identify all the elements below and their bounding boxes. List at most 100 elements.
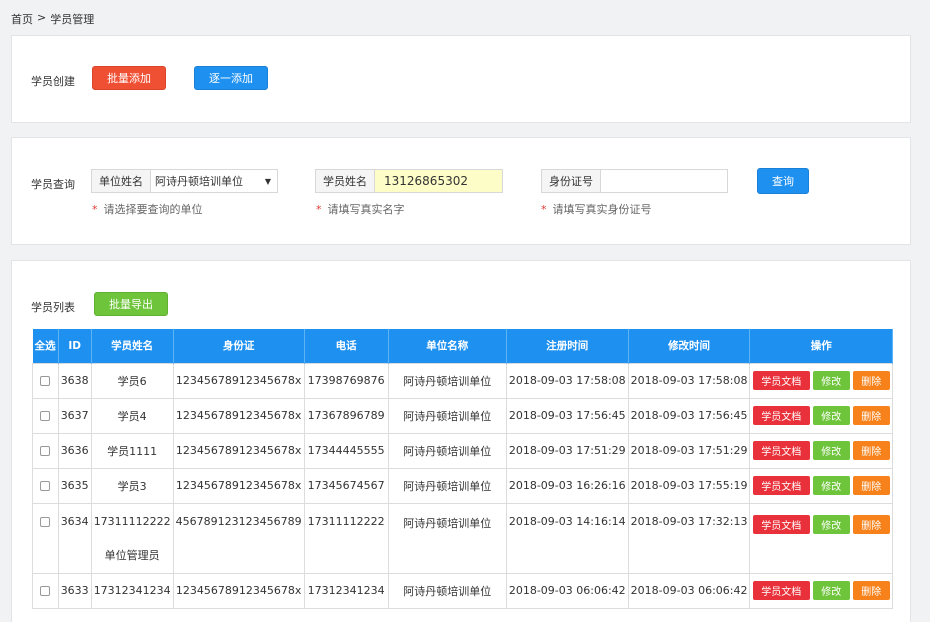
delete-button[interactable]: 删除	[852, 514, 890, 534]
cell-name-role: 单位管理员	[104, 548, 160, 562]
idcard-hint-text: 请填写真实身份证号	[552, 203, 652, 216]
delete-button[interactable]: 删除	[852, 441, 890, 460]
student-doc-button[interactable]: 学员文档	[752, 581, 810, 600]
cell-mod-time: 2018-09-03 17:56:45	[627, 397, 751, 434]
breadcrumb-home[interactable]: 首页	[11, 11, 33, 27]
table-header-row: 全选 ID 学员姓名 身份证 电话 单位名称 注册时间 修改时间 操作	[32, 329, 893, 363]
cell-name: 17312341234	[90, 572, 174, 609]
header-phone: 电话	[304, 329, 389, 363]
cell-mod-time: 2018-09-03 17:32:13	[627, 502, 751, 574]
unit-hint-text: 请选择要查询的单位	[103, 203, 203, 216]
table-row: 3633 17312341234 12345678912345678x 1731…	[32, 572, 893, 609]
row-checkbox[interactable]	[40, 481, 51, 491]
unit-select-value[interactable]: 阿诗丹顿培训单位	[151, 170, 265, 192]
delete-button[interactable]: 删除	[852, 581, 890, 600]
edit-button[interactable]: 修改	[812, 441, 850, 460]
header-unit: 单位名称	[388, 329, 507, 363]
cell-unit: 阿诗丹顿培训单位	[387, 502, 507, 574]
name-field[interactable]: 学员姓名 13126865302	[315, 169, 503, 193]
cell-unit: 阿诗丹顿培训单位	[387, 572, 507, 609]
table-row: 3638 学员6 12345678912345678x 17398769876 …	[32, 362, 893, 399]
cell-idcard: 12345678912345678x	[172, 467, 305, 504]
header-idcard: 身份证	[173, 329, 305, 363]
edit-button[interactable]: 修改	[812, 514, 850, 534]
cell-phone: 17367896789	[303, 397, 389, 434]
cell-unit: 阿诗丹顿培训单位	[387, 432, 507, 469]
cell-idcard: 456789123123456789	[172, 502, 305, 574]
create-label: 学员创建	[31, 75, 75, 88]
breadcrumb-current: 学员管理	[50, 13, 95, 26]
edit-button[interactable]: 修改	[812, 371, 850, 390]
idcard-hint: * 请填写真实身份证号	[541, 201, 652, 217]
name-input[interactable]: 13126865302	[375, 170, 502, 192]
cell-id: 3637	[57, 397, 92, 434]
delete-button[interactable]: 删除	[852, 406, 890, 425]
table-row: 3634 17311112222 单位管理员 45678912312345678…	[32, 502, 893, 574]
table-row: 3637 学员4 12345678912345678x 17367896789 …	[32, 397, 893, 434]
cell-reg-time: 2018-09-03 17:56:45	[505, 397, 629, 434]
student-doc-button[interactable]: 学员文档	[752, 476, 810, 495]
edit-button[interactable]: 修改	[812, 406, 850, 425]
cell-reg-time: 2018-09-03 17:58:08	[505, 362, 629, 399]
cell-phone: 17345674567	[303, 467, 389, 504]
cell-mod-time: 2018-09-03 17:55:19	[627, 467, 751, 504]
cell-reg-time: 2018-09-03 17:51:29	[505, 432, 629, 469]
cell-idcard: 12345678912345678x	[172, 432, 305, 469]
table-row: 3636 学员1111 12345678912345678x 173444455…	[32, 432, 893, 469]
student-doc-button[interactable]: 学员文档	[752, 441, 810, 460]
query-panel: 学员查询 单位姓名 阿诗丹顿培训单位 ▼ * 请选择要查询的单位 学员姓名 131…	[11, 137, 911, 245]
cell-name: 学员1111	[90, 432, 174, 469]
list-label: 学员列表	[31, 301, 75, 314]
required-star-icon: *	[541, 203, 547, 216]
cell-idcard: 12345678912345678x	[172, 572, 305, 609]
cell-name: 17311112222 单位管理员	[90, 502, 174, 574]
batch-export-button[interactable]: 批量导出	[94, 292, 168, 316]
cell-reg-time: 2018-09-03 06:06:42	[505, 572, 629, 609]
required-star-icon: *	[316, 203, 322, 216]
single-add-button[interactable]: 逐一添加	[194, 66, 268, 90]
row-checkbox[interactable]	[40, 376, 51, 386]
search-button[interactable]: 查询	[757, 168, 809, 194]
list-panel: 学员列表 批量导出 全选 ID 学员姓名 身份证 电话 单位名称 注册时间 修改…	[11, 260, 911, 622]
cell-id: 3638	[57, 362, 92, 399]
edit-button[interactable]: 修改	[812, 581, 850, 600]
cell-unit: 阿诗丹顿培训单位	[387, 397, 507, 434]
student-doc-button[interactable]: 学员文档	[752, 371, 810, 390]
student-doc-button[interactable]: 学员文档	[752, 406, 810, 425]
row-checkbox[interactable]	[40, 446, 51, 456]
cell-id: 3635	[57, 467, 92, 504]
delete-button[interactable]: 删除	[852, 476, 890, 495]
row-checkbox[interactable]	[40, 411, 51, 421]
unit-hint: * 请选择要查询的单位	[92, 201, 203, 217]
row-checkbox[interactable]	[40, 516, 51, 527]
breadcrumb: 首页 > 学员管理	[11, 11, 94, 27]
table-row: 3635 学员3 12345678912345678x 17345674567 …	[32, 467, 893, 504]
dropdown-caret-icon[interactable]: ▼	[265, 170, 277, 192]
batch-add-button[interactable]: 批量添加	[92, 66, 166, 90]
unit-select[interactable]: 单位姓名 阿诗丹顿培训单位 ▼	[91, 169, 278, 193]
name-field-label: 学员姓名	[316, 170, 375, 192]
cell-id: 3633	[57, 572, 92, 609]
cell-reg-time: 2018-09-03 16:26:16	[505, 467, 629, 504]
cell-name: 学员6	[90, 362, 174, 399]
student-doc-button[interactable]: 学员文档	[752, 514, 810, 534]
cell-id: 3636	[57, 432, 92, 469]
query-label: 学员查询	[31, 178, 75, 191]
student-table: 全选 ID 学员姓名 身份证 电话 单位名称 注册时间 修改时间 操作 3638…	[32, 329, 893, 609]
idcard-input[interactable]	[601, 170, 727, 192]
row-checkbox[interactable]	[40, 586, 51, 596]
unit-field-label: 单位姓名	[92, 170, 151, 192]
idcard-field-label: 身份证号	[542, 170, 601, 192]
edit-button[interactable]: 修改	[812, 476, 850, 495]
delete-button[interactable]: 删除	[852, 371, 890, 390]
cell-unit: 阿诗丹顿培训单位	[387, 467, 507, 504]
header-name: 学员姓名	[91, 329, 174, 363]
cell-phone: 17398769876	[303, 362, 389, 399]
header-select-all[interactable]: 全选	[32, 329, 59, 363]
header-reg-time: 注册时间	[506, 329, 629, 363]
idcard-field[interactable]: 身份证号	[541, 169, 728, 193]
cell-reg-time: 2018-09-03 14:16:14	[505, 502, 629, 574]
required-star-icon: *	[92, 203, 98, 216]
name-hint-text: 请填写真实名字	[327, 203, 405, 216]
cell-phone: 17312341234	[303, 572, 389, 609]
